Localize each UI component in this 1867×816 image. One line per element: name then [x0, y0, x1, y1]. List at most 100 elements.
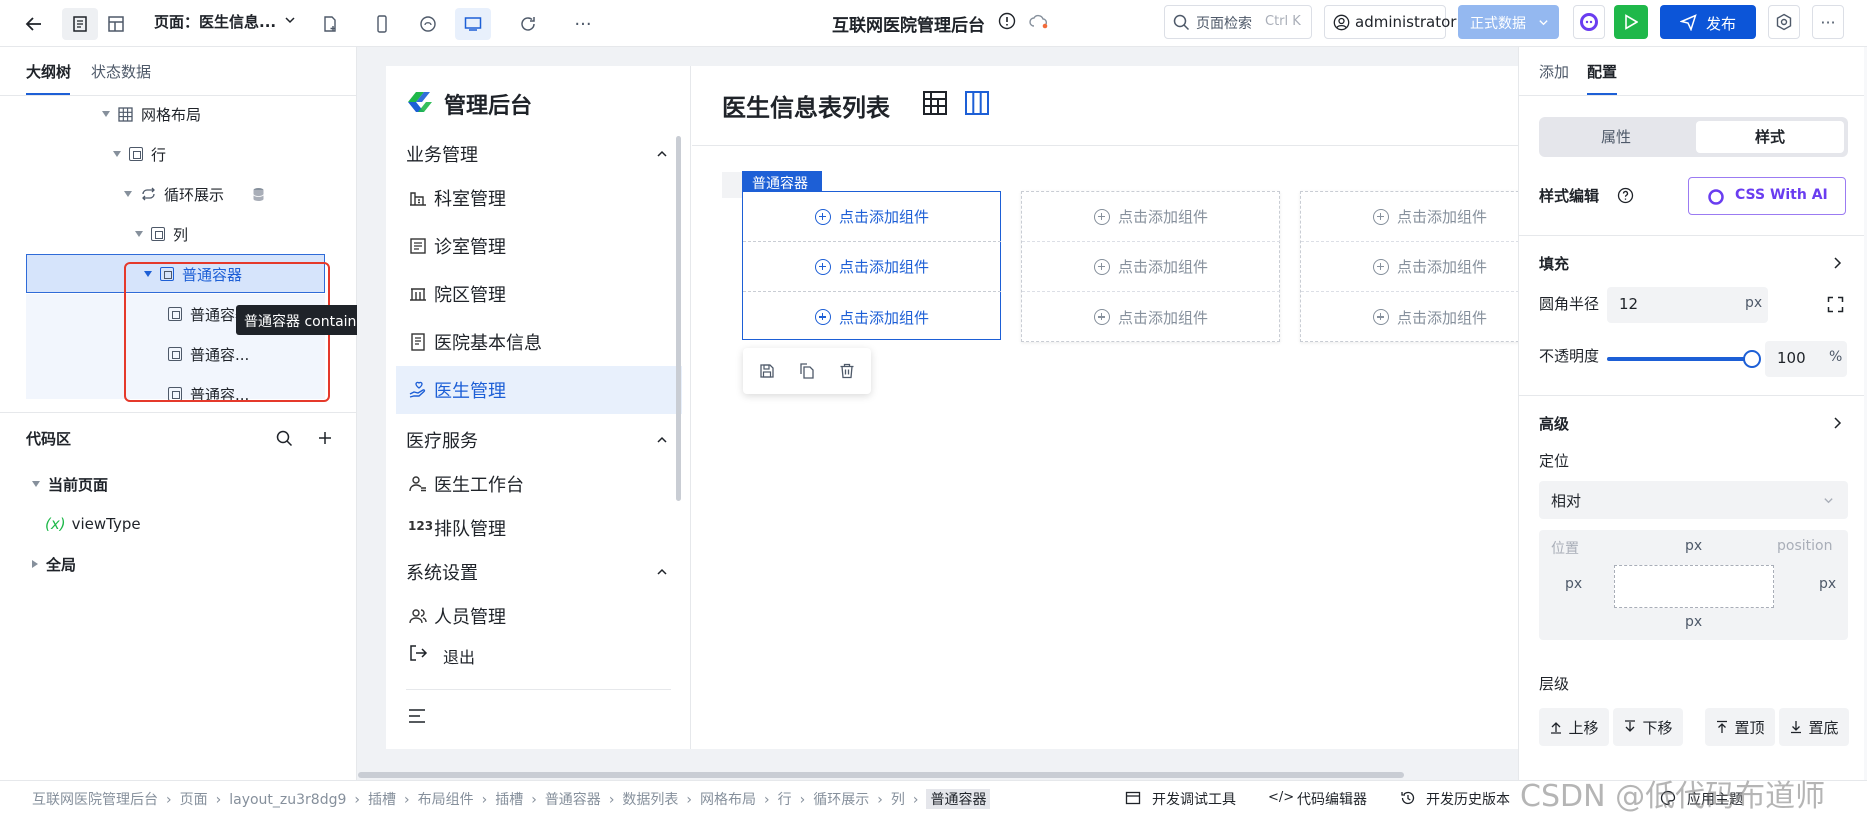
logout-icon[interactable]	[408, 643, 428, 663]
data-env-select[interactable]: 正式数据	[1458, 5, 1559, 39]
add-component-slot[interactable]: 点击添加组件	[743, 192, 1001, 242]
canvas-hscrollbar[interactable]	[358, 772, 1404, 778]
dev-debug-tools-button[interactable]: 开发调试工具	[1152, 789, 1236, 809]
miniprogram-icon[interactable]	[410, 8, 446, 40]
more-icon[interactable]: ···	[565, 8, 601, 40]
tab-config[interactable]: 配置	[1587, 61, 1617, 82]
add-component-slot[interactable]: 点击添加组件	[743, 242, 1001, 292]
page-search-input[interactable]: 页面检索 Ctrl K	[1164, 5, 1312, 39]
breadcrumb-item[interactable]: 普通容器	[926, 789, 991, 809]
copy-icon[interactable]	[799, 363, 815, 379]
code-node-current-page[interactable]: 当前页面	[0, 464, 357, 504]
bring-to-top-button[interactable]: 置顶	[1705, 708, 1775, 746]
add-component-slot[interactable]: 点击添加组件	[1022, 242, 1280, 292]
breadcrumb-item[interactable]: layout_zu3r8dg9	[229, 792, 346, 808]
run-preview-button[interactable]	[1614, 5, 1648, 39]
menu-item-campus[interactable]: 院区管理	[396, 270, 682, 318]
collapse-menu-icon[interactable]	[408, 708, 426, 724]
opacity-slider-thumb[interactable]	[1743, 350, 1761, 368]
breadcrumb-item[interactable]: 列	[891, 789, 905, 809]
more-options-icon[interactable]: ···	[1812, 5, 1844, 39]
caret-down-icon[interactable]	[113, 151, 121, 157]
move-up-button[interactable]: 上移	[1539, 708, 1609, 746]
mobile-preview-icon[interactable]	[364, 8, 400, 40]
help-icon[interactable]	[1617, 187, 1634, 204]
breadcrumb-item[interactable]: 行	[778, 789, 792, 809]
add-component-slot[interactable]: 点击添加组件	[1301, 192, 1518, 242]
outline-view-icon[interactable]	[62, 8, 98, 40]
fill-section-title[interactable]: 填充	[1539, 253, 1569, 274]
menu-group-business[interactable]: 业务管理	[406, 134, 672, 174]
expand-corners-icon[interactable]	[1827, 296, 1844, 313]
css-with-ai-button[interactable]: CSS With AI	[1688, 177, 1846, 215]
delete-icon[interactable]	[839, 363, 855, 379]
chevron-right-icon[interactable]	[1833, 256, 1843, 270]
menu-item-doctor-workbench[interactable]: 医生工作台	[396, 460, 682, 508]
add-component-slot[interactable]: 点击添加组件	[1022, 192, 1280, 242]
tab-outline-tree[interactable]: 大纲树	[26, 61, 71, 82]
right-offset-input[interactable]: px	[1819, 576, 1836, 592]
code-editor-button[interactable]: 代码编辑器	[1297, 789, 1367, 809]
dev-history-button[interactable]: 开发历史版本	[1426, 789, 1510, 809]
add-component-slot[interactable]: 点击添加组件	[743, 292, 1001, 342]
card-view-icon[interactable]	[964, 90, 990, 116]
tree-node-loop[interactable]: 循环展示	[0, 174, 357, 214]
menu-group-system[interactable]: 系统设置	[406, 552, 672, 592]
info-icon[interactable]	[998, 12, 1016, 30]
menu-item-hospital-info[interactable]: 医院基本信息	[396, 318, 682, 366]
move-down-button[interactable]: 下移	[1613, 708, 1683, 746]
tree-node-grid-layout[interactable]: 网格布局	[0, 94, 357, 134]
caret-down-icon[interactable]	[135, 231, 143, 237]
breadcrumb-item[interactable]: 网格布局	[700, 789, 756, 809]
breadcrumb-item[interactable]: 页面	[180, 789, 208, 809]
menu-item-department[interactable]: 科室管理	[396, 174, 682, 222]
search-icon[interactable]	[276, 430, 293, 447]
logout-label[interactable]: 退出	[443, 644, 475, 668]
caret-down-icon[interactable]	[32, 481, 40, 487]
chevron-down-icon[interactable]	[284, 14, 296, 26]
tab-state-data[interactable]: 状态数据	[91, 61, 151, 82]
add-component-slot[interactable]: 点击添加组件	[1301, 242, 1518, 292]
seg-attributes[interactable]: 属性	[1539, 121, 1693, 153]
radius-input[interactable]: 12 px	[1607, 287, 1768, 323]
add-icon[interactable]	[317, 430, 333, 446]
add-component-slot[interactable]: 点击添加组件	[1022, 292, 1280, 342]
tab-add[interactable]: 添加	[1539, 61, 1569, 82]
page-selector-label[interactable]: 页面：医生信息...	[154, 11, 276, 32]
breadcrumb-item[interactable]: 插槽	[495, 789, 523, 809]
refresh-icon[interactable]	[510, 8, 546, 40]
left-offset-input[interactable]: px	[1565, 576, 1582, 592]
breadcrumb-item[interactable]: 循环展示	[813, 789, 869, 809]
opacity-input[interactable]: 100 %	[1765, 341, 1847, 377]
add-component-slot[interactable]: 点击添加组件	[1301, 292, 1518, 342]
position-select[interactable]: 相对	[1539, 481, 1848, 519]
ai-assistant-icon[interactable]	[1573, 5, 1605, 39]
seg-style-active[interactable]: 样式	[1696, 121, 1844, 153]
breadcrumb-item[interactable]: 普通容器	[545, 789, 601, 809]
save-icon[interactable]	[759, 363, 775, 379]
code-variable-viewtype[interactable]: (x) viewType	[0, 504, 357, 544]
send-to-bottom-button[interactable]: 置底	[1779, 708, 1849, 746]
caret-down-icon[interactable]	[124, 191, 132, 197]
menu-group-medical[interactable]: 医疗服务	[406, 420, 672, 460]
add-page-icon[interactable]	[312, 8, 348, 40]
chevron-right-icon[interactable]	[1833, 416, 1843, 430]
menu-item-staff[interactable]: 人员管理	[396, 592, 682, 640]
bottom-offset-input[interactable]: px	[1685, 614, 1702, 630]
menu-item-clinic[interactable]: 诊室管理	[396, 222, 682, 270]
opacity-slider-track[interactable]	[1607, 350, 1761, 368]
tree-node-column[interactable]: 列	[0, 214, 357, 254]
breadcrumb-item[interactable]: 插槽	[368, 789, 396, 809]
menu-item-queue[interactable]: 123 排队管理	[396, 504, 682, 552]
breadcrumb-item[interactable]: 布局组件	[418, 789, 474, 809]
publish-button[interactable]: 发布	[1660, 5, 1756, 39]
top-offset-input[interactable]: px	[1685, 538, 1702, 554]
sidebar-scrollbar[interactable]	[676, 136, 681, 501]
advanced-section-title[interactable]: 高级	[1539, 413, 1569, 434]
breadcrumb-item[interactable]: 数据列表	[622, 789, 678, 809]
caret-right-icon[interactable]	[32, 560, 38, 568]
code-node-global[interactable]: 全局	[0, 544, 357, 584]
menu-item-doctor-active[interactable]: 医生管理	[396, 366, 682, 414]
desktop-preview-icon[interactable]	[455, 8, 491, 40]
layout-view-icon[interactable]	[98, 8, 134, 40]
